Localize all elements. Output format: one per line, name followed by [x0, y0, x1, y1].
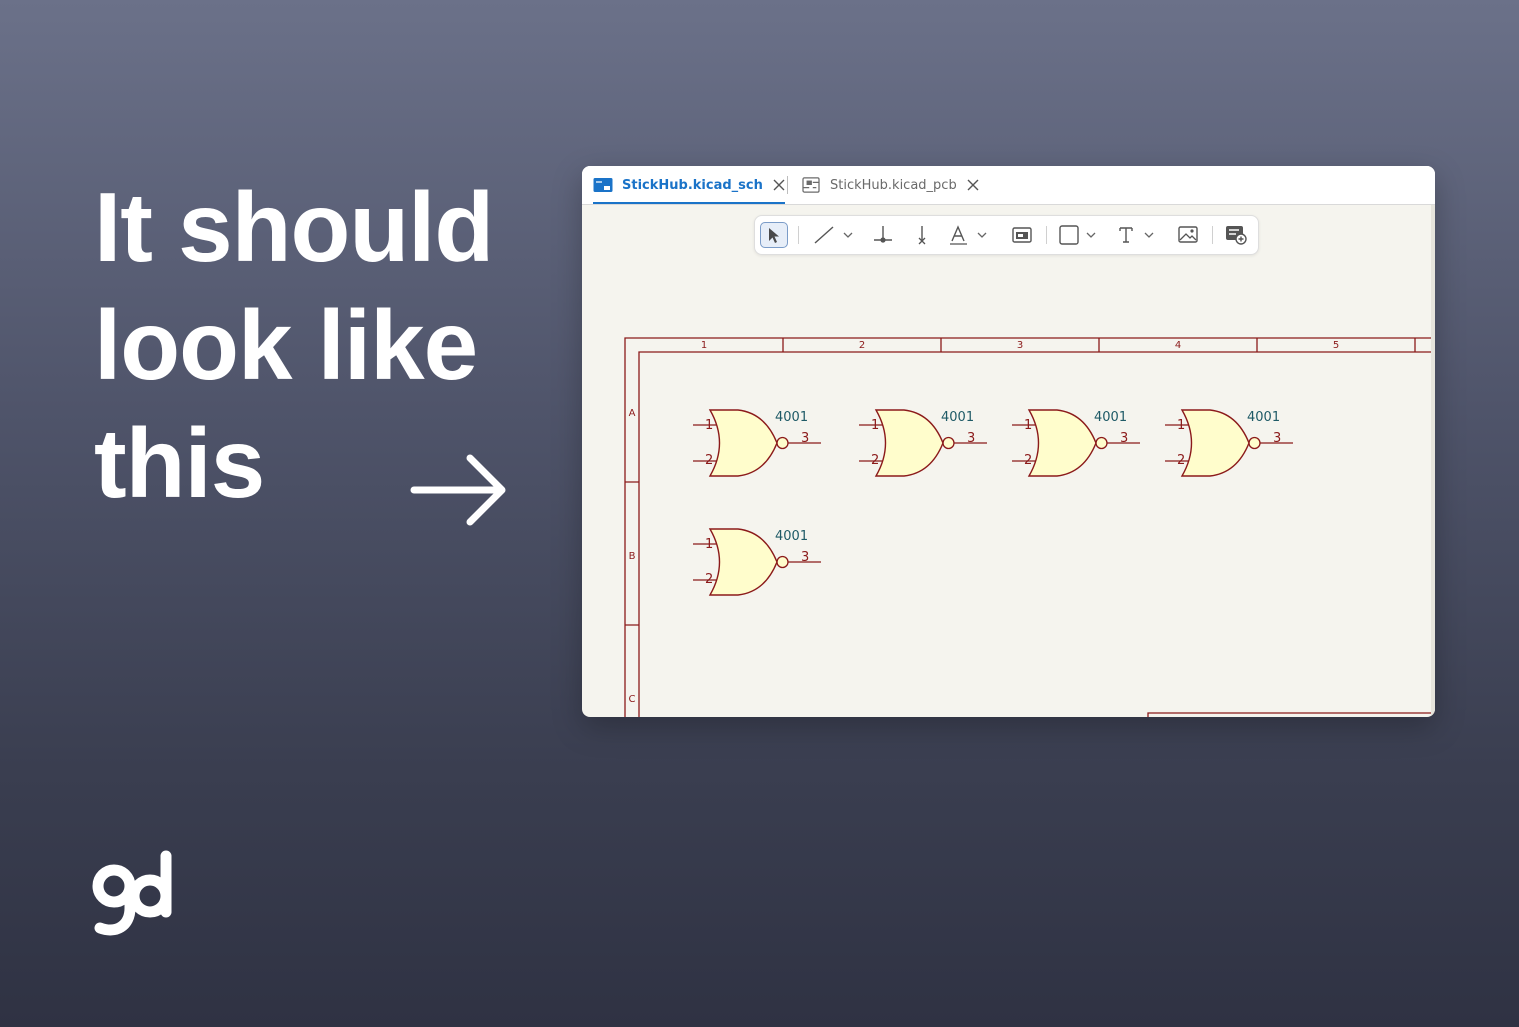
gate-reference: 4001	[1094, 410, 1127, 425]
column-label: 2	[859, 340, 865, 351]
row-label: C	[629, 694, 636, 705]
nor-gate-u1[interactable]: 4001 1 2 3	[692, 409, 822, 477]
column-label: 1	[701, 340, 707, 351]
gate-reference: 4001	[775, 410, 808, 425]
pin-number: 2	[871, 453, 879, 468]
headline-line-2: look like	[94, 290, 478, 400]
tab-bar: StickHub.kicad_sch StickHub.kicad_pcb	[582, 166, 1435, 205]
gate-reference: 4001	[941, 410, 974, 425]
pin-number: 1	[705, 537, 713, 552]
vertical-scrollbar[interactable]	[1431, 205, 1435, 717]
column-label: 5	[1333, 340, 1339, 351]
pin-number: 1	[1177, 418, 1185, 433]
pin-number: 2	[1024, 453, 1032, 468]
nor-gate-u4[interactable]: 4001 1 2 3	[1164, 409, 1294, 477]
row-label: A	[629, 408, 636, 419]
close-icon[interactable]	[967, 179, 979, 191]
pin-number: 1	[1024, 418, 1032, 433]
gate-reference: 4001	[775, 529, 808, 544]
gate-reference: 4001	[1247, 410, 1280, 425]
kicad-window: StickHub.kicad_sch StickHub.kicad_pcb 1 …	[582, 166, 1435, 717]
pcb-icon	[802, 177, 820, 193]
headline-line-1: It should	[94, 172, 494, 282]
column-label: 3	[1017, 340, 1023, 351]
pin-number: 1	[871, 418, 879, 433]
row-label: B	[629, 551, 636, 562]
nor-gate-u5[interactable]: 4001 1 2 3	[692, 528, 822, 596]
nor-gate-u3[interactable]: 4001 1 2 3	[1011, 409, 1141, 477]
pin-number: 3	[801, 431, 809, 446]
nor-gate-u2[interactable]: 4001 1 2 3	[858, 409, 988, 477]
pin-number: 3	[1120, 431, 1128, 446]
pin-number: 2	[705, 453, 713, 468]
column-label: 4	[1175, 340, 1181, 351]
pin-number: 3	[1273, 431, 1281, 446]
pin-number: 1	[705, 418, 713, 433]
schematic-icon	[593, 178, 613, 192]
schematic-canvas[interactable]: 1 2 3 4 5 A B C 4001 1 2 3 4001 1 2 3 40…	[582, 205, 1435, 717]
close-icon[interactable]	[773, 179, 785, 191]
pin-number: 2	[1177, 453, 1185, 468]
pin-number: 3	[967, 431, 975, 446]
arrow-right-icon	[410, 454, 506, 526]
pin-number: 2	[705, 572, 713, 587]
tab-pcb[interactable]: StickHub.kicad_pcb	[801, 166, 979, 204]
gd-logo-icon	[92, 850, 172, 936]
tab-pcb-label: StickHub.kicad_pcb	[830, 177, 957, 193]
tab-schematic-label: StickHub.kicad_sch	[622, 177, 763, 193]
tab-schematic[interactable]: StickHub.kicad_sch	[593, 166, 785, 204]
pin-number: 3	[801, 550, 809, 565]
tab-divider	[787, 176, 788, 194]
schematic-frame	[624, 337, 1435, 717]
